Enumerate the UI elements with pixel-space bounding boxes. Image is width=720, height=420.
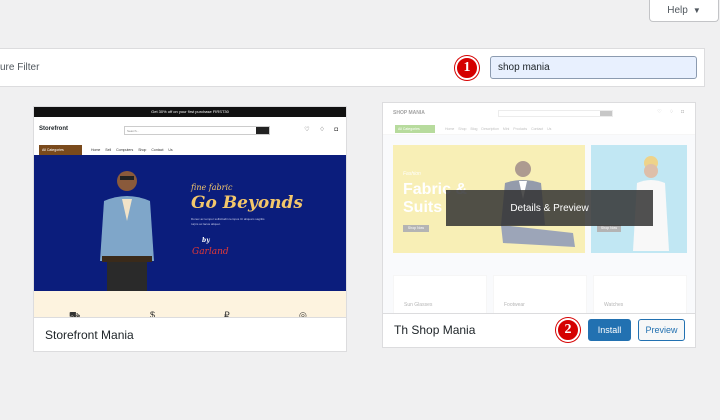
preview-search: Search... bbox=[124, 126, 270, 135]
feature-filter-link[interactable]: ure Filter bbox=[0, 62, 39, 73]
preview-nav-links: Home Sell Computers Shop Contact Us bbox=[91, 148, 173, 152]
promo-bar: Get 30% off on your first purchase FIRST… bbox=[34, 107, 346, 117]
help-label: Help bbox=[667, 5, 688, 16]
hero-brand: Garland bbox=[192, 247, 229, 257]
install-button[interactable]: Install bbox=[588, 319, 631, 341]
filter-bar: ure Filter bbox=[0, 48, 705, 87]
hero-title: Go Beyonds bbox=[191, 193, 303, 213]
preview-search-button bbox=[256, 127, 269, 134]
preview-logo: Storefront bbox=[39, 126, 68, 132]
hero-by: by bbox=[202, 237, 210, 244]
step-marker-1: 1 bbox=[455, 56, 479, 80]
preview-hero: fine fabric Go Beyonds Donec ac tempor s… bbox=[34, 155, 346, 291]
theme-screenshot: Get 30% off on your first purchase FIRST… bbox=[34, 107, 346, 318]
search-themes-input[interactable] bbox=[490, 56, 697, 79]
theme-card-storefront-mania[interactable]: Get 30% off on your first purchase FIRST… bbox=[33, 106, 347, 352]
step-marker-2: 2 bbox=[556, 318, 580, 342]
preview-icons: ♡ ♢ ◘ bbox=[304, 127, 342, 133]
preview-button[interactable]: Preview bbox=[638, 319, 685, 341]
details-preview-button[interactable]: Details & Preview bbox=[446, 190, 653, 226]
preview-header: Storefront Search... ♡ ♢ ◘ bbox=[34, 117, 346, 145]
theme-card-th-shop-mania[interactable]: SHOP MANIA ♡ ♢ ◘ All Categories Home Sho… bbox=[382, 102, 696, 348]
theme-name: Th Shop Mania bbox=[394, 323, 476, 337]
preview-categories: All Categories bbox=[39, 145, 82, 155]
hero-text: Donec ac tempor sollicitudin tempus Ut a… bbox=[191, 217, 265, 226]
theme-name: Storefront Mania bbox=[45, 328, 134, 342]
theme-footer: Th Shop Mania Install Preview bbox=[383, 313, 695, 347]
preview-nav: All Categories Home Sell Computers Shop … bbox=[34, 145, 346, 155]
caret-down-icon: ▼ bbox=[692, 6, 701, 15]
help-button[interactable]: Help ▼ bbox=[649, 0, 719, 22]
preview-search-text: Search... bbox=[127, 129, 140, 133]
hero-script: fine fabric bbox=[191, 183, 233, 192]
theme-footer: Storefront Mania bbox=[34, 317, 346, 351]
model-image bbox=[100, 171, 154, 291]
feature-strip: ⛟ $ ₽ ◎ bbox=[34, 291, 346, 318]
theme-screenshot: SHOP MANIA ♡ ♢ ◘ All Categories Home Sho… bbox=[383, 103, 695, 314]
